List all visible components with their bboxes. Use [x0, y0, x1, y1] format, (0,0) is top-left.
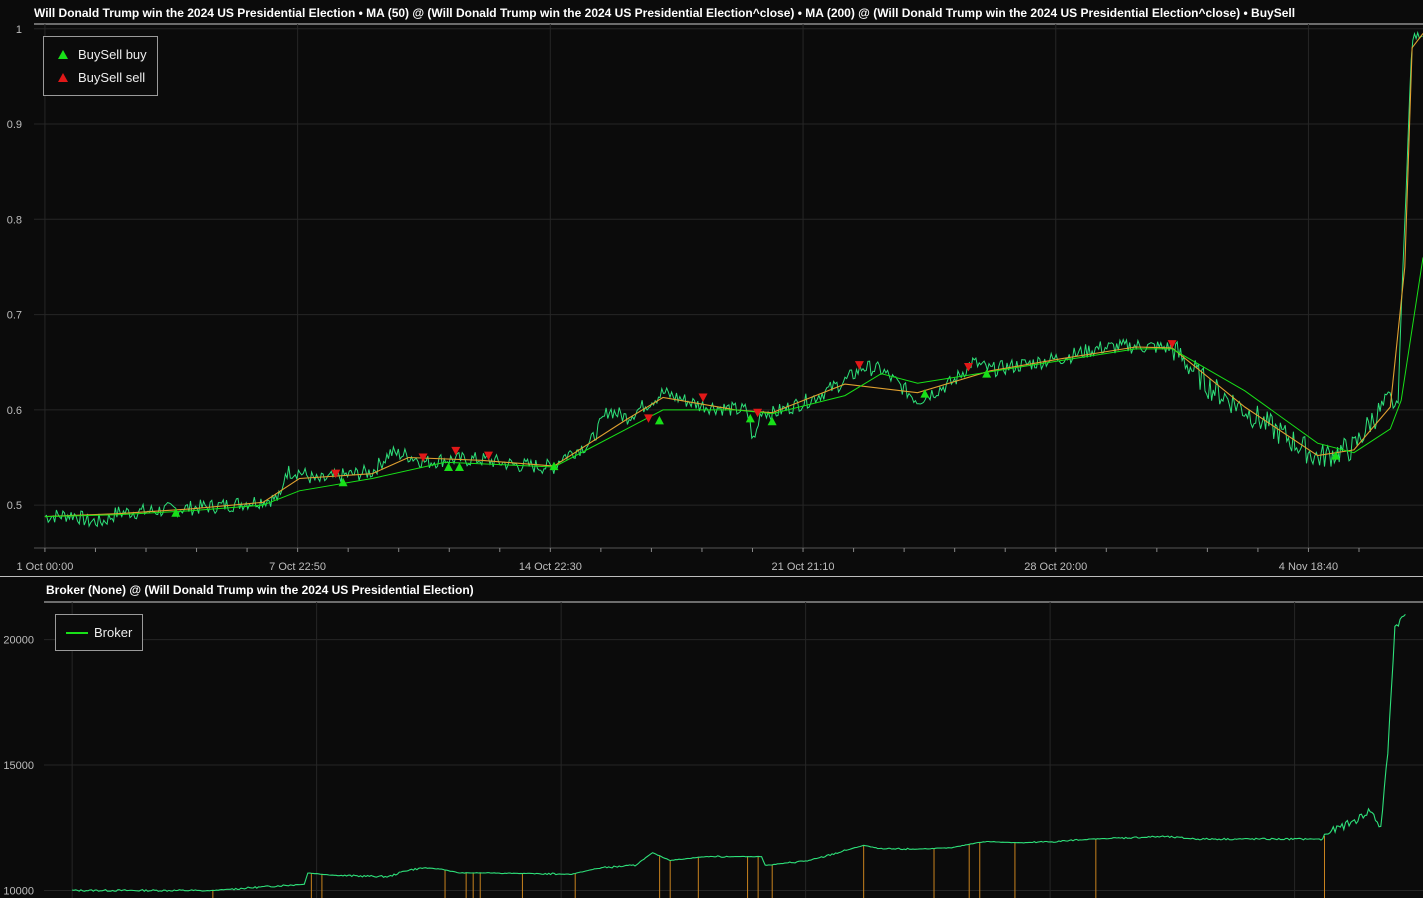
buy-marker	[920, 389, 930, 398]
y-tick-label: 15000	[3, 760, 34, 772]
x-tick-label: 4 Nov 18:40	[1279, 561, 1338, 573]
price-chart[interactable]: 0.5 0.6 0.7 0.8 0.9 1 1 Oct 00:00 7 Oct 22:50 14…	[0, 0, 1423, 576]
ma200-series-line	[44, 257, 1423, 518]
legend-sell: BuySell sell	[54, 66, 147, 89]
broker-chart[interactable]: 10000 15000 20000	[0, 577, 1423, 898]
sell-triangle-icon	[58, 73, 68, 82]
legend-buy: BuySell buy	[54, 43, 147, 66]
x-tick-label: 14 Oct 22:30	[519, 561, 582, 573]
buy-marker	[454, 462, 464, 472]
y-tick-label: 0.8	[7, 214, 22, 226]
broker-line-icon	[66, 631, 88, 634]
sell-marker	[698, 393, 708, 402]
y-tick-label: 10000	[3, 885, 34, 897]
buy-marker	[444, 462, 454, 472]
legend-buy-label: BuySell buy	[78, 47, 147, 62]
legend-broker-label: Broker	[94, 625, 133, 640]
price-series-line	[44, 30, 1423, 528]
y-tick-label: 1	[16, 24, 22, 36]
price-panel: Will Donald Trump win the 2024 US Presid…	[0, 0, 1423, 576]
x-tick-label: 7 Oct 22:50	[269, 561, 326, 573]
y-tick-label: 0.5	[7, 500, 22, 512]
legend-broker: Broker	[66, 621, 132, 644]
buy-marker	[767, 416, 777, 426]
broker-panel: Broker (None) @ (Will Donald Trump win t…	[0, 576, 1423, 898]
y-tick-label: 20000	[3, 635, 34, 647]
y-tick-label: 0.6	[7, 405, 22, 417]
bottom-legend: Broker	[55, 614, 144, 651]
buy-marker	[654, 415, 664, 425]
y-tick-label: 0.9	[7, 119, 22, 131]
broker-series-line	[72, 614, 1406, 893]
top-legend: BuySell buy BuySell sell	[43, 36, 158, 96]
x-tick-label: 21 Oct 21:10	[772, 561, 835, 573]
buy-triangle-icon	[58, 50, 68, 59]
ma50-series-line	[44, 33, 1423, 518]
x-tick-label: 1 Oct 00:00	[16, 561, 73, 573]
legend-sell-label: BuySell sell	[78, 70, 146, 85]
x-tick-label: 28 Oct 20:00	[1024, 561, 1087, 573]
y-tick-label: 0.7	[7, 310, 22, 322]
